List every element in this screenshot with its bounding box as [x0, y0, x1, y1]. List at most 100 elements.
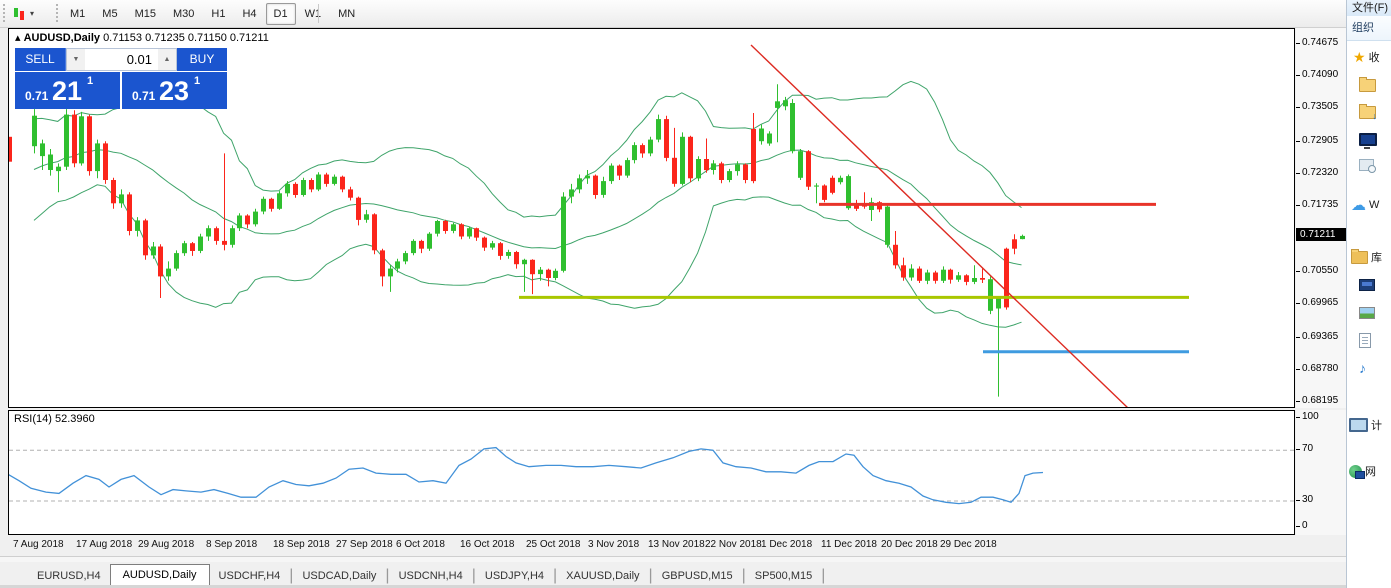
chart-tab-XAUUSD-Daily[interactable]: XAUUSD,Daily	[557, 567, 648, 585]
explorer-menu-bar[interactable]: 文件(F)	[1347, 0, 1391, 16]
sell-price-display[interactable]: 0.71 21 1	[15, 72, 122, 109]
buy-button[interactable]: BUY	[177, 48, 227, 71]
explorer-item-picture[interactable]	[1359, 304, 1375, 322]
toolbar-grip[interactable]	[56, 4, 61, 22]
chart-tab-USDJPY-H4[interactable]: USDJPY,H4	[476, 567, 553, 585]
cloud-icon: ☁	[1351, 196, 1366, 214]
sell-button[interactable]: SELL	[15, 48, 66, 71]
date-tick-label: 1 Dec 2018	[761, 539, 812, 550]
price-chart-pane[interactable]: ▴ AUDUSD,Daily 0.71153 0.71235 0.71150 0…	[8, 28, 1295, 408]
toolbar-grip[interactable]	[3, 4, 8, 22]
buy-price-display[interactable]: 0.71 23 1	[122, 72, 227, 109]
explorer-item-music[interactable]: ♪	[1359, 359, 1366, 377]
price-tick	[1296, 401, 1300, 402]
chart-tab-AUDUSD-Daily[interactable]: AUDUSD,Daily	[110, 564, 210, 585]
rsi-tick	[1296, 417, 1300, 418]
explorer-item-star[interactable]: ★收	[1353, 48, 1380, 66]
network-icon	[1349, 465, 1362, 478]
volume-increase-button[interactable]: ▲	[158, 49, 176, 70]
timeframe-button-M5[interactable]: M5	[94, 3, 125, 25]
explorer-organize-button[interactable]: 组织	[1347, 16, 1391, 41]
price-tick	[1296, 43, 1300, 44]
explorer-item-doc[interactable]	[1359, 331, 1371, 349]
price-tick	[1296, 173, 1300, 174]
explorer-item-network[interactable]: 网	[1349, 462, 1376, 480]
price-tick-label: 0.74090	[1302, 69, 1338, 80]
date-tick-label: 18 Sep 2018	[273, 539, 330, 550]
price-tick	[1296, 205, 1300, 206]
date-tick-label: 3 Nov 2018	[588, 539, 639, 550]
rsi-tick	[1296, 526, 1300, 527]
date-tick-label: 29 Aug 2018	[138, 539, 194, 550]
explorer-item-label: 网	[1365, 463, 1376, 479]
explorer-item-folder[interactable]	[1359, 76, 1376, 94]
computer-icon	[1349, 418, 1368, 432]
volume-field[interactable]: 0.01	[85, 49, 158, 70]
date-axis[interactable]: 7 Aug 201817 Aug 201829 Aug 20188 Sep 20…	[8, 539, 1338, 553]
video-icon	[1359, 279, 1375, 291]
date-tick-label: 8 Sep 2018	[206, 539, 257, 550]
doc-icon	[1359, 333, 1371, 348]
price-tick-label: 0.68780	[1302, 363, 1338, 374]
timeframe-button-M15[interactable]: M15	[127, 3, 164, 25]
explorer-item-video[interactable]	[1359, 276, 1375, 294]
price-tick	[1296, 107, 1300, 108]
price-tick	[1296, 271, 1300, 272]
timeframe-button-M30[interactable]: M30	[165, 3, 202, 25]
collapse-triangle-icon[interactable]: ▴	[15, 32, 21, 44]
file-explorer-panel: 文件(F) 组织 ★收 ☁W 库 ♪ 计网	[1346, 0, 1391, 588]
chart-tab-USDCHF-H4[interactable]: USDCHF,H4	[210, 567, 290, 585]
explorer-item-lib[interactable]: 库	[1351, 248, 1382, 266]
toolbar-separator	[318, 4, 319, 23]
rsi-tick-label: 70	[1302, 443, 1313, 454]
price-tick-label: 0.70550	[1302, 265, 1338, 276]
timeframe-button-H1[interactable]: H1	[203, 3, 233, 25]
buy-price-big: 23	[159, 76, 189, 107]
rsi-tick-label: 0	[1302, 520, 1308, 531]
chart-tab-EURUSD-H4[interactable]: EURUSD,H4	[28, 567, 110, 585]
rsi-tick-label: 100	[1302, 411, 1319, 422]
explorer-item-computer[interactable]: 计	[1349, 416, 1382, 434]
price-tick	[1296, 369, 1300, 370]
chart-title: ▴ AUDUSD,Daily 0.71153 0.71235 0.71150 0…	[15, 31, 269, 44]
timeframe-button-M1[interactable]: M1	[62, 3, 93, 25]
lib-icon	[1351, 251, 1368, 264]
rsi-indicator-pane[interactable]: RSI(14) 52.3960	[8, 410, 1295, 535]
price-tick	[1296, 141, 1300, 142]
rsi-canvas[interactable]	[9, 411, 1294, 534]
price-tick-label: 0.69965	[1302, 297, 1338, 308]
date-tick-label: 25 Oct 2018	[526, 539, 580, 550]
chart-tool-icon[interactable]: ▾	[12, 5, 38, 22]
timeframe-button-D1[interactable]: D1	[266, 3, 296, 25]
rsi-indicator-label: RSI(14) 52.3960	[14, 413, 95, 425]
volume-stepper: ▼ 0.01 ▲	[66, 48, 177, 71]
date-tick-label: 27 Sep 2018	[336, 539, 393, 550]
picture-icon	[1359, 307, 1375, 319]
explorer-item-cloud[interactable]: ☁W	[1351, 196, 1379, 214]
explorer-item-desktop[interactable]	[1359, 130, 1377, 148]
price-scale[interactable]: 0.746750.740900.735050.729050.723200.717…	[1296, 28, 1346, 408]
chart-tab-bar: EURUSD,H4AUDUSD,DailyUSDCHF,H4|USDCAD,Da…	[0, 562, 1374, 585]
date-tick-label: 29 Dec 2018	[940, 539, 997, 550]
explorer-item-label: 收	[1369, 49, 1380, 65]
sell-price-big: 21	[52, 76, 82, 107]
explorer-item-recent[interactable]	[1359, 156, 1374, 174]
chart-tab-USDCNH-H4[interactable]: USDCNH,H4	[390, 567, 472, 585]
chart-tab-SP500-M15[interactable]: SP500,M15	[746, 567, 821, 585]
date-tick-label: 6 Oct 2018	[396, 539, 445, 550]
chart-tab-USDCAD-Daily[interactable]: USDCAD,Daily	[293, 567, 385, 585]
timeframe-button-MN[interactable]: MN	[330, 3, 363, 25]
chart-ohlc: 0.71153 0.71235 0.71150 0.71211	[103, 32, 269, 44]
explorer-item-folder-down[interactable]	[1359, 103, 1376, 121]
buy-price-prefix: 0.71	[132, 89, 155, 103]
explorer-item-label: 计	[1371, 417, 1382, 433]
current-price-tag: 0.71211	[1296, 228, 1346, 241]
timeframe-button-H4[interactable]: H4	[234, 3, 264, 25]
chart-tab-GBPUSD-M15[interactable]: GBPUSD,M15	[653, 567, 742, 585]
timeframe-button-W1[interactable]: W1	[297, 3, 330, 25]
rsi-scale[interactable]: 10070300	[1296, 410, 1346, 535]
sell-price-sup: 1	[87, 75, 93, 87]
price-tick-label: 0.72320	[1302, 167, 1338, 178]
volume-decrease-button[interactable]: ▼	[67, 49, 85, 70]
rsi-tick	[1296, 449, 1300, 450]
